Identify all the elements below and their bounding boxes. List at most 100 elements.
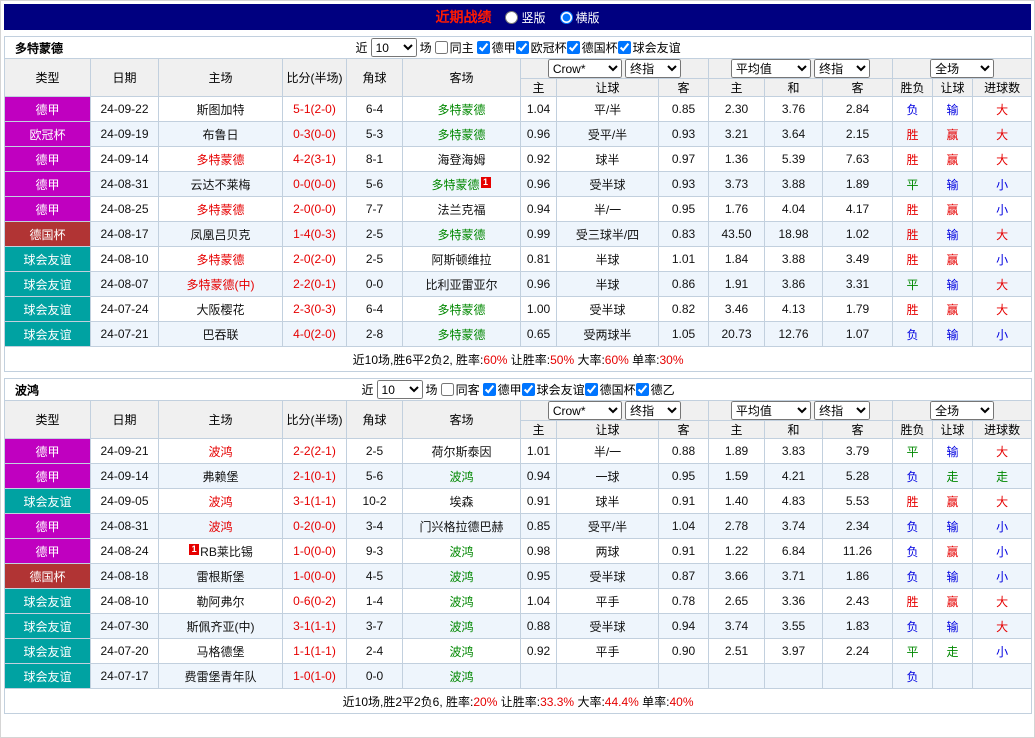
average-odds-away: 2.24 bbox=[823, 639, 893, 664]
odds-stage-select[interactable]: 终指 bbox=[625, 401, 681, 420]
layout-option-vertical[interactable]: 竖版 bbox=[505, 9, 545, 26]
handicap-odds-home: 0.81 bbox=[521, 247, 557, 272]
league-filter[interactable]: 球会友谊 bbox=[522, 381, 585, 398]
average-odds-home: 1.22 bbox=[709, 539, 765, 564]
horizontal-layout-radio[interactable] bbox=[560, 11, 573, 24]
same-venue-filter[interactable]: 同客 bbox=[441, 381, 480, 398]
same-venue-label: 同客 bbox=[456, 381, 480, 398]
league-filter-checkbox[interactable] bbox=[483, 383, 496, 396]
league-filter-checkbox[interactable] bbox=[522, 383, 535, 396]
same-venue-checkbox[interactable] bbox=[441, 383, 454, 396]
league-filter-checkbox[interactable] bbox=[585, 383, 598, 396]
match-row: 德甲24-09-21波鸿2-2(2-1)2-5荷尔斯泰因1.01半/一0.881… bbox=[5, 439, 1032, 464]
league-filter[interactable]: 球会友谊 bbox=[618, 39, 681, 56]
team-link[interactable]: 布鲁日 bbox=[202, 128, 238, 142]
same-venue-checkbox[interactable] bbox=[435, 41, 448, 54]
team-link[interactable]: 费雷堡青年队 bbox=[184, 670, 256, 684]
team-link[interactable]: 斯佩齐亚(中) bbox=[187, 620, 255, 634]
vertical-layout-radio[interactable] bbox=[505, 11, 518, 24]
home-team-cell: 多特蒙德(中) bbox=[159, 272, 283, 297]
team-link[interactable]: 多特蒙德 bbox=[431, 178, 479, 192]
match-row: 球会友谊24-08-07多特蒙德(中)2-2(0-1)0-0比利亚雷亚尔0.96… bbox=[5, 272, 1032, 297]
team-link[interactable]: 波鸿 bbox=[208, 495, 232, 509]
team-link[interactable]: 波鸿 bbox=[449, 595, 473, 609]
average-odds-draw: 3.71 bbox=[765, 564, 823, 589]
team-link[interactable]: 斯图加特 bbox=[196, 103, 244, 117]
team-link[interactable]: 凤凰吕贝克 bbox=[190, 228, 250, 242]
team-link[interactable]: 波鸿 bbox=[449, 620, 473, 634]
corner-score: 6-4 bbox=[347, 297, 403, 322]
layout-option-horizontal[interactable]: 横版 bbox=[560, 9, 600, 26]
team-link[interactable]: 波鸿 bbox=[449, 670, 473, 684]
team-link[interactable]: 波鸿 bbox=[208, 445, 232, 459]
team-link[interactable]: 雷根斯堡 bbox=[196, 570, 244, 584]
odds-stage-select[interactable]: 终指 bbox=[625, 59, 681, 78]
league-filter[interactable]: 德甲 bbox=[477, 39, 516, 56]
team-link[interactable]: 波鸿 bbox=[449, 545, 473, 559]
team-link[interactable]: 波鸿 bbox=[208, 520, 232, 534]
league-filter[interactable]: 德国杯 bbox=[567, 39, 618, 56]
team-link[interactable]: 多特蒙德 bbox=[196, 153, 244, 167]
team-link[interactable]: 多特蒙德 bbox=[196, 203, 244, 217]
team-link[interactable]: 多特蒙德 bbox=[437, 228, 485, 242]
team-link[interactable]: 法兰克福 bbox=[437, 203, 485, 217]
league-filter-label: 德甲 bbox=[492, 39, 516, 56]
match-count-select[interactable]: 10 bbox=[377, 380, 423, 399]
average-select[interactable]: 平均值 bbox=[731, 59, 811, 78]
league-filter-checkbox[interactable] bbox=[636, 383, 649, 396]
league-filters: 德甲球会友谊德国杯德乙 bbox=[483, 381, 675, 399]
win-lose-result: 负 bbox=[893, 97, 933, 122]
team-link[interactable]: 波鸿 bbox=[449, 470, 473, 484]
handicap-line: 受三球半/四 bbox=[557, 222, 659, 247]
corner-score: 8-1 bbox=[347, 147, 403, 172]
filter-row: 波鸿 近 10 场 同客 德甲球会友谊德国杯德乙 bbox=[5, 379, 1032, 401]
league-filter[interactable]: 德甲 bbox=[483, 381, 522, 398]
team-link[interactable]: RB莱比锡 bbox=[200, 545, 253, 559]
team-link[interactable]: 马格德堡 bbox=[196, 645, 244, 659]
scope-select[interactable]: 全场 bbox=[930, 59, 994, 78]
team-link[interactable]: 云达不莱梅 bbox=[190, 178, 250, 192]
same-venue-filter[interactable]: 同主 bbox=[435, 39, 474, 56]
matches-label: 场 bbox=[420, 39, 432, 56]
col-header-winlose: 胜负 bbox=[893, 79, 933, 97]
avg-stage-select[interactable]: 终指 bbox=[814, 59, 870, 78]
handicap-line: 受平/半 bbox=[557, 122, 659, 147]
team-link[interactable]: 阿斯顿维拉 bbox=[431, 253, 491, 267]
league-filter[interactable]: 欧冠杯 bbox=[516, 39, 567, 56]
team-link[interactable]: 多特蒙德 bbox=[437, 328, 485, 342]
team-link[interactable]: 波鸿 bbox=[449, 645, 473, 659]
team-link[interactable]: 多特蒙德 bbox=[437, 128, 485, 142]
league-filter-checkbox[interactable] bbox=[567, 41, 580, 54]
team-link[interactable]: 多特蒙德(中) bbox=[187, 278, 255, 292]
team-link[interactable]: 大阪樱花 bbox=[196, 303, 244, 317]
goals-result: 小 bbox=[973, 247, 1032, 272]
team-link[interactable]: 门兴格拉德巴赫 bbox=[419, 520, 503, 534]
team-link[interactable]: 波鸿 bbox=[449, 570, 473, 584]
col-header-avg-home: 主 bbox=[709, 421, 765, 439]
team-link[interactable]: 海登海姆 bbox=[437, 153, 485, 167]
league-filter-checkbox[interactable] bbox=[516, 41, 529, 54]
team-link[interactable]: 多特蒙德 bbox=[437, 303, 485, 317]
league-filter[interactable]: 德国杯 bbox=[585, 381, 636, 398]
team-link[interactable]: 多特蒙德 bbox=[437, 103, 485, 117]
league-filter-checkbox[interactable] bbox=[477, 41, 490, 54]
average-odds-draw: 3.74 bbox=[765, 514, 823, 539]
handicap-line: 受两球半 bbox=[557, 322, 659, 347]
team-link[interactable]: 弗赖堡 bbox=[202, 470, 238, 484]
team-link[interactable]: 荷尔斯泰因 bbox=[431, 445, 491, 459]
team-link[interactable]: 勒阿弗尔 bbox=[196, 595, 244, 609]
team-link[interactable]: 多特蒙德 bbox=[196, 253, 244, 267]
bookmaker-select[interactable]: Crow* bbox=[548, 401, 622, 420]
bookmaker-select[interactable]: Crow* bbox=[548, 59, 622, 78]
average-select[interactable]: 平均值 bbox=[731, 401, 811, 420]
summary-segment: 近10场,胜2平2负6, 胜率: bbox=[343, 695, 474, 709]
scope-select[interactable]: 全场 bbox=[930, 401, 994, 420]
league-filter[interactable]: 德乙 bbox=[636, 381, 675, 398]
team-link[interactable]: 巴吞联 bbox=[202, 328, 238, 342]
match-count-select[interactable]: 10 bbox=[371, 38, 417, 57]
team-link[interactable]: 埃森 bbox=[449, 495, 473, 509]
avg-stage-select[interactable]: 终指 bbox=[814, 401, 870, 420]
summary-segment: 单率: bbox=[639, 695, 670, 709]
league-filter-checkbox[interactable] bbox=[618, 41, 631, 54]
team-link[interactable]: 比利亚雷亚尔 bbox=[425, 278, 497, 292]
